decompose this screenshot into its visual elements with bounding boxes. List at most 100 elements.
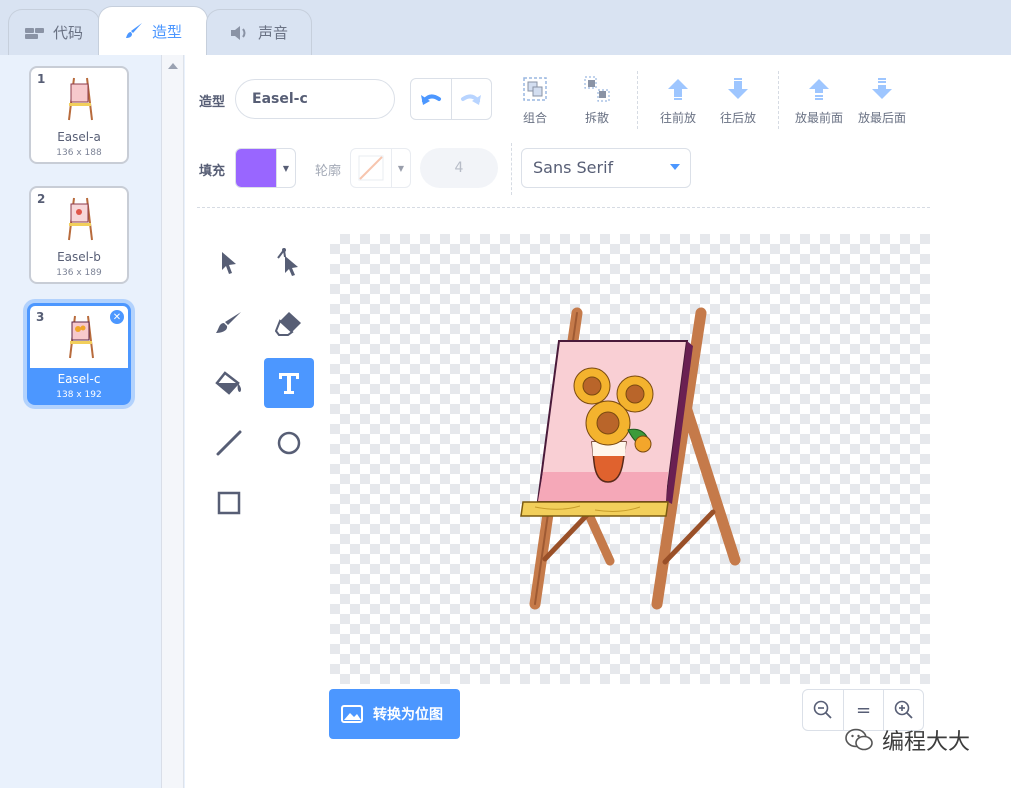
front-button[interactable]: 放最前面 bbox=[795, 75, 843, 126]
zoom-reset-label: = bbox=[855, 699, 872, 721]
delete-costume-button[interactable]: ✕ bbox=[109, 309, 125, 325]
outline-swatch bbox=[351, 149, 391, 187]
fill-swatch bbox=[236, 149, 276, 187]
costume-number: 1 bbox=[37, 72, 46, 86]
group-icon bbox=[523, 77, 547, 101]
redo-icon bbox=[461, 94, 482, 105]
group-button[interactable]: 组合 bbox=[521, 75, 549, 126]
convert-to-bitmap-button[interactable]: 转换为位图 bbox=[329, 689, 460, 739]
wechat-icon bbox=[845, 728, 873, 751]
tab-code-label: 代码 bbox=[52, 24, 83, 42]
costume-number: 2 bbox=[37, 192, 46, 206]
speaker-icon bbox=[230, 25, 246, 40]
image-icon bbox=[341, 705, 363, 723]
front-label: 放最前面 bbox=[795, 111, 844, 125]
fill-color-picker[interactable]: ▼ bbox=[235, 148, 296, 188]
costume-thumbnail bbox=[68, 77, 93, 121]
brush-icon bbox=[125, 23, 142, 38]
tab-code[interactable]: 代码 bbox=[8, 9, 100, 55]
line-tool[interactable] bbox=[204, 418, 254, 468]
outline-label: 轮廓 bbox=[315, 164, 342, 179]
circle-icon bbox=[277, 431, 301, 455]
backward-label: 往后放 bbox=[720, 111, 757, 125]
costume-thumbnail bbox=[68, 197, 93, 241]
costume-size: 136 x 189 bbox=[56, 268, 102, 278]
undo-icon bbox=[420, 94, 441, 105]
costume-item-2[interactable]: 2 Easel-b 136 x 189 bbox=[29, 186, 129, 284]
costume-name-input[interactable]: Easel-c bbox=[235, 79, 395, 119]
text-t-icon bbox=[279, 373, 299, 394]
fill-label: 填充 bbox=[199, 164, 226, 179]
redo-button[interactable] bbox=[450, 79, 491, 119]
arrow-up-icon bbox=[668, 79, 688, 100]
ungroup-label: 拆散 bbox=[584, 111, 609, 125]
costume-size: 136 x 188 bbox=[56, 148, 102, 158]
costume-item-1[interactable]: 1 Easel-a 136 x 188 bbox=[29, 66, 129, 164]
brush-tool[interactable] bbox=[204, 298, 254, 348]
code-icon bbox=[24, 27, 44, 39]
eraser-tool[interactable] bbox=[264, 298, 314, 348]
scroll-up-arrow-icon[interactable] bbox=[168, 63, 178, 69]
circle-tool[interactable] bbox=[264, 418, 314, 468]
font-dropdown-value: Sans Serif bbox=[533, 158, 614, 177]
tab-costumes-label: 造型 bbox=[151, 22, 182, 41]
tab-sounds[interactable]: 声音 bbox=[206, 9, 312, 55]
zoom-out-icon bbox=[813, 700, 832, 719]
dropdown-arrow-icon bbox=[670, 164, 680, 170]
brush-icon bbox=[216, 312, 241, 333]
group-label: 组合 bbox=[522, 111, 547, 125]
costume-item-3[interactable]: 3 ✕ Easel-c 138 x 192 bbox=[27, 303, 131, 405]
toolbar-divider bbox=[637, 71, 638, 129]
chevron-down-icon: ▼ bbox=[391, 149, 410, 187]
costume-list: 1 Easel-a 136 x 188 2 Easel-b 136 x 189 … bbox=[0, 55, 162, 788]
outline-width-input[interactable]: 4 bbox=[420, 148, 498, 188]
undo-button[interactable] bbox=[411, 79, 451, 119]
paint-editor: 造型 Easel-c 组合 拆散 往前放 往后放 放最前面 放最后面 填充 ▼ … bbox=[185, 55, 1011, 788]
zoom-in-icon bbox=[894, 700, 913, 719]
toolbar-divider bbox=[511, 143, 512, 195]
reshape-tool[interactable] bbox=[264, 238, 314, 288]
paint-canvas[interactable] bbox=[330, 234, 930, 684]
fill-tool[interactable] bbox=[204, 358, 254, 408]
costume-name: Easel-c bbox=[57, 372, 101, 386]
ungroup-button[interactable]: 拆散 bbox=[583, 75, 611, 126]
font-dropdown[interactable]: Sans Serif bbox=[521, 148, 691, 188]
costume-name: Easel-b bbox=[57, 250, 101, 264]
costume-number: 3 bbox=[36, 310, 45, 324]
square-icon bbox=[217, 491, 241, 515]
tab-sounds-label: 声音 bbox=[257, 24, 288, 42]
arrow-down-icon bbox=[728, 78, 748, 99]
chevron-down-icon: ▼ bbox=[276, 149, 295, 187]
tab-costumes[interactable]: 造型 bbox=[98, 6, 208, 55]
zoom-out-button[interactable] bbox=[803, 690, 843, 730]
ungroup-icon bbox=[584, 76, 610, 102]
toolbar-divider bbox=[778, 71, 779, 129]
costume-list-scrollbar[interactable] bbox=[162, 55, 184, 788]
forward-label: 往前放 bbox=[660, 111, 697, 125]
backward-button[interactable]: 往后放 bbox=[720, 75, 756, 126]
line-icon bbox=[216, 430, 242, 456]
convert-to-bitmap-label: 转换为位图 bbox=[373, 707, 443, 723]
select-tool[interactable] bbox=[204, 238, 254, 288]
back-button[interactable]: 放最后面 bbox=[858, 75, 906, 126]
arrow-cursor-icon bbox=[222, 252, 236, 274]
arrow-top-icon bbox=[809, 79, 829, 100]
text-tool[interactable] bbox=[264, 358, 314, 408]
back-label: 放最后面 bbox=[858, 111, 907, 125]
costume-size: 138 x 192 bbox=[56, 390, 102, 400]
paint-bucket-icon bbox=[215, 371, 242, 395]
costume-name-label: 造型 bbox=[199, 95, 226, 110]
forward-button[interactable]: 往前放 bbox=[660, 75, 696, 126]
outline-color-picker[interactable]: ▼ bbox=[350, 148, 411, 188]
reshape-icon bbox=[277, 248, 298, 276]
easel-sunflower-drawing bbox=[520, 307, 741, 610]
watermark: 编程大大 bbox=[844, 724, 970, 756]
arrow-bottom-icon bbox=[872, 78, 892, 99]
costume-thumbnail bbox=[69, 315, 94, 359]
rectangle-tool[interactable] bbox=[204, 478, 254, 528]
costume-name: Easel-a bbox=[57, 130, 101, 144]
eraser-icon bbox=[275, 312, 301, 336]
no-color-icon bbox=[358, 155, 384, 181]
undo-redo-group bbox=[410, 78, 492, 120]
editor-tab-bar: 代码 造型 声音 bbox=[0, 0, 1011, 55]
